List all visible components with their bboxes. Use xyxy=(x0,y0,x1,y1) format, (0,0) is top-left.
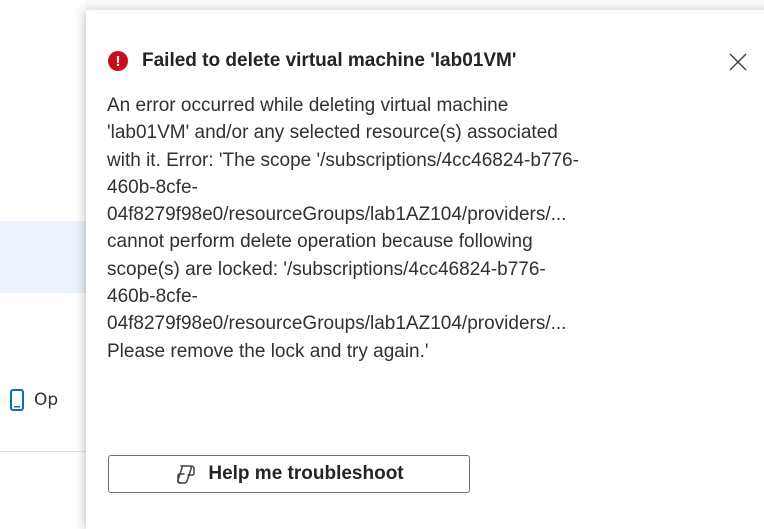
help-button-label: Help me troubleshoot xyxy=(208,463,404,484)
notification-header: ! Failed to delete virtual machine 'lab0… xyxy=(108,50,516,72)
message-line: 460b-8cfe- xyxy=(107,286,198,308)
portal-page: Op ! Failed to delete virtual machine 'l… xyxy=(0,0,764,529)
message-line: 04f8279f98e0/resourceGroups/lab1AZ104/pr… xyxy=(107,204,567,226)
error-icon: ! xyxy=(108,51,128,71)
message-line: 460b-8cfe- xyxy=(107,176,198,198)
help-me-troubleshoot-button[interactable]: Help me troubleshoot xyxy=(108,455,470,493)
background-menu-item[interactable]: Op xyxy=(10,388,58,412)
error-notification: ! Failed to delete virtual machine 'lab0… xyxy=(86,10,764,529)
close-icon xyxy=(729,53,747,71)
notification-message: An error occurred while deleting virtual… xyxy=(107,92,757,365)
close-button[interactable] xyxy=(726,50,750,74)
notification-title: Failed to delete virtual machine 'lab01V… xyxy=(142,50,517,71)
copilot-icon xyxy=(174,462,198,486)
top-strip xyxy=(86,0,764,10)
background-menu-item-label: Op xyxy=(34,390,59,410)
mobile-device-icon xyxy=(10,388,24,412)
message-line: cannot perform delete operation because … xyxy=(107,231,533,253)
message-line: scope(s) are locked: '/subscriptions/4cc… xyxy=(107,258,546,280)
background-divider xyxy=(0,451,100,452)
background-selected-row xyxy=(0,221,100,293)
message-line: with it. Error: 'The scope '/subscriptio… xyxy=(107,149,579,171)
message-line: Please remove the lock and try again.' xyxy=(107,340,429,362)
message-line: 'lab01VM' and/or any selected resource(s… xyxy=(107,122,558,144)
message-line: 04f8279f98e0/resourceGroups/lab1AZ104/pr… xyxy=(107,313,567,335)
message-line: An error occurred while deleting virtual… xyxy=(107,95,509,116)
